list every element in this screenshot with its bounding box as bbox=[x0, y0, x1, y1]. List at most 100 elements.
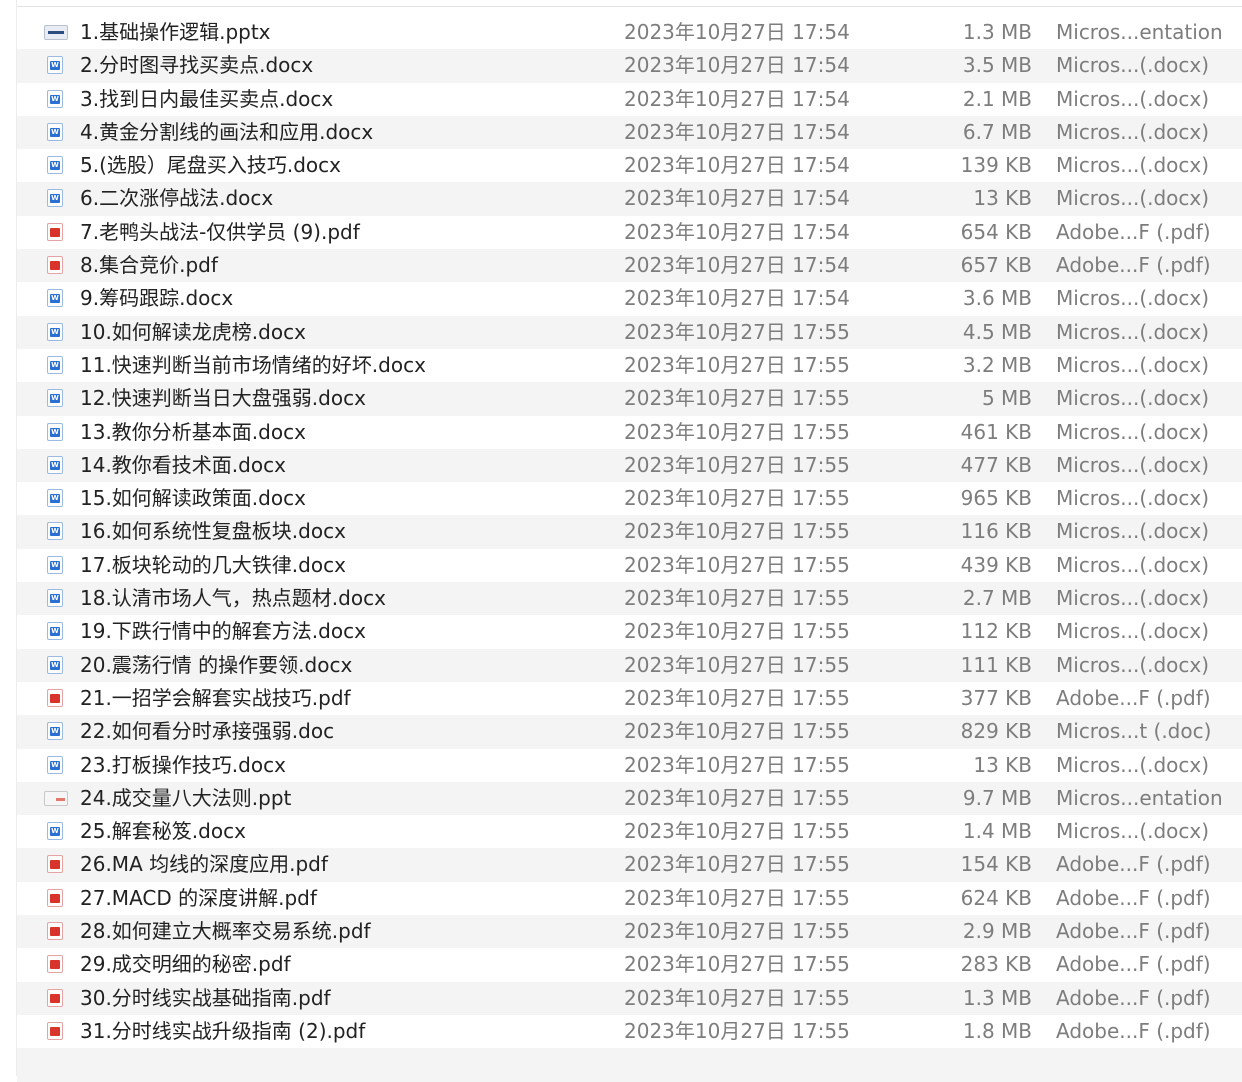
file-size: 4.5 MB bbox=[962, 319, 1032, 344]
file-size: 965 KB bbox=[960, 486, 1032, 511]
file-name: 25.解套秘笈.docx bbox=[80, 819, 246, 844]
file-date-modified: 2023年10月27日 17:54 bbox=[624, 186, 850, 211]
word-document-icon bbox=[47, 422, 63, 441]
file-name: 21.一招学会解套实战技巧.pdf bbox=[80, 685, 351, 710]
pdf-document-icon bbox=[47, 988, 63, 1007]
pdf-document-icon bbox=[47, 888, 63, 907]
file-name: 13.教你分析基本面.docx bbox=[80, 419, 306, 444]
file-size: 439 KB bbox=[960, 552, 1032, 577]
file-row[interactable]: 2.分时图寻找买卖点.docx 2023年10月27日 17:54 3.5 MB Mi… bbox=[17, 49, 1242, 83]
file-row[interactable]: 9.筹码跟踪.docx 2023年10月27日 17:54 3.6 MB Micros… bbox=[17, 282, 1242, 315]
file-row[interactable]: 18.认清市场人气，热点题材.docx 2023年10月27日 17:55 2.7 … bbox=[17, 582, 1242, 616]
word-document-icon bbox=[47, 622, 63, 641]
file-row[interactable]: 3.找到日内最佳买卖点.docx 2023年10月27日 17:54 2.1 MB M… bbox=[17, 83, 1242, 116]
file-row[interactable]: 20.震荡行情 的操作要领.docx 2023年10月27日 17:55 111 K… bbox=[17, 648, 1242, 682]
file-kind: Micros...entation bbox=[1056, 785, 1223, 810]
file-row[interactable]: 31.分时线实战升级指南 (2).pdf 2023年10月27日 17:55 1.8… bbox=[17, 1015, 1242, 1048]
file-size: 139 KB bbox=[960, 153, 1032, 178]
file-kind: Adobe...F (.pdf) bbox=[1056, 985, 1211, 1010]
file-row[interactable]: 8.集合竞价.pdf 2023年10月27日 17:54 657 KB Adobe..… bbox=[17, 249, 1242, 283]
file-row[interactable]: 14.教你看技术面.docx 2023年10月27日 17:55 477 KB Mic… bbox=[17, 448, 1242, 483]
file-row[interactable]: 11.快速判断当前市场情绪的好坏.docx 2023年10月27日 17:55 3.… bbox=[17, 349, 1242, 382]
file-kind: Adobe...F (.pdf) bbox=[1056, 253, 1211, 278]
file-row[interactable]: 16.如何系统性复盘板块.docx 2023年10月27日 17:55 116 KB… bbox=[17, 515, 1242, 549]
file-row[interactable]: 28.如何建立大概率交易系统.pdf 2023年10月27日 17:55 2.9 M… bbox=[17, 915, 1242, 949]
file-name: 24.成交量八大法则.ppt bbox=[80, 785, 292, 810]
file-name: 29.成交明细的秘密.pdf bbox=[80, 952, 291, 977]
file-name: 7.老鸭头战法-仅供学员 (9).pdf bbox=[80, 219, 360, 244]
file-name: 5.(选股）尾盘买入技巧.docx bbox=[80, 153, 342, 178]
file-kind: Micros...(.docx) bbox=[1056, 619, 1210, 644]
file-kind: Micros...(.docx) bbox=[1056, 286, 1210, 311]
file-kind: Micros...(.docx) bbox=[1056, 486, 1210, 511]
file-row[interactable]: 27.MACD 的深度讲解.pdf 2023年10月27日 17:55 624 KB… bbox=[17, 882, 1242, 915]
file-kind: Micros...entation bbox=[1056, 20, 1223, 44]
file-size: 461 KB bbox=[960, 419, 1032, 444]
file-row[interactable]: 12.快速判断当日大盘强弱.docx 2023年10月27日 17:55 5 MB M… bbox=[17, 382, 1242, 416]
sidebar-edge bbox=[0, 0, 17, 1076]
file-row[interactable]: 23.打板操作技巧.docx 2023年10月27日 17:55 13 KB Micr… bbox=[17, 749, 1242, 782]
file-row[interactable]: 7.老鸭头战法-仅供学员 (9).pdf 2023年10月27日 17:54 654… bbox=[17, 216, 1242, 249]
file-size: 377 KB bbox=[960, 685, 1032, 710]
file-date-modified: 2023年10月27日 17:54 bbox=[624, 53, 850, 78]
file-row[interactable]: 30.分时线实战基础指南.pdf 2023年10月27日 17:55 1.3 MB A… bbox=[17, 981, 1242, 1015]
file-size: 1.8 MB bbox=[962, 1018, 1032, 1043]
file-row[interactable]: 13.教你分析基本面.docx 2023年10月27日 17:55 461 KB Mi… bbox=[17, 416, 1242, 449]
file-size: 654 KB bbox=[960, 219, 1032, 244]
pdf-document-icon bbox=[47, 1021, 63, 1040]
presentation-icon bbox=[44, 25, 68, 40]
file-row[interactable]: 24.成交量八大法则.ppt 2023年10月27日 17:55 9.7 MB Mic… bbox=[17, 781, 1242, 816]
file-row[interactable]: 15.如何解读政策面.docx 2023年10月27日 17:55 965 KB Mi… bbox=[17, 482, 1242, 515]
file-row[interactable]: 19.下跌行情中的解套方法.docx 2023年10月27日 17:55 112 K… bbox=[17, 615, 1242, 648]
file-kind: Micros...(.docx) bbox=[1056, 452, 1210, 477]
file-row[interactable]: 5.(选股）尾盘买入技巧.docx 2023年10月27日 17:54 139 KB… bbox=[17, 149, 1242, 182]
file-row[interactable]: 21.一招学会解套实战技巧.pdf 2023年10月27日 17:55 377 KB… bbox=[17, 682, 1242, 715]
file-kind: Micros...(.docx) bbox=[1056, 86, 1210, 111]
file-date-modified: 2023年10月27日 17:54 bbox=[624, 86, 850, 111]
file-size: 657 KB bbox=[960, 253, 1032, 278]
pdf-document-icon bbox=[47, 855, 63, 874]
file-row[interactable]: 17.板块轮动的几大铁律.docx 2023年10月27日 17:55 439 KB… bbox=[17, 549, 1242, 582]
window-top-edge bbox=[0, 0, 1242, 7]
file-row[interactable]: 29.成交明细的秘密.pdf 2023年10月27日 17:55 283 KB Ado… bbox=[17, 948, 1242, 981]
file-size: 1.4 MB bbox=[962, 819, 1032, 844]
file-size: 13 KB bbox=[973, 186, 1032, 211]
pdf-document-icon bbox=[47, 222, 63, 241]
pdf-document-icon bbox=[47, 688, 63, 707]
file-size: 9.7 MB bbox=[962, 785, 1032, 810]
file-row[interactable]: 4.黄金分割线的画法和应用.docx 2023年10月27日 17:54 6.7 M… bbox=[17, 115, 1242, 150]
file-name: 14.教你看技术面.docx bbox=[80, 452, 286, 477]
file-name: 23.打板操作技巧.docx bbox=[80, 752, 286, 777]
file-name: 16.如何系统性复盘板块.docx bbox=[80, 519, 346, 544]
file-name: 17.板块轮动的几大铁律.docx bbox=[80, 552, 346, 577]
file-kind: Adobe...F (.pdf) bbox=[1056, 952, 1211, 977]
pdf-document-icon bbox=[47, 256, 63, 275]
file-size: 3.6 MB bbox=[962, 286, 1032, 311]
file-kind: Micros...(.docx) bbox=[1056, 819, 1210, 844]
word-document-icon bbox=[47, 589, 63, 608]
file-size: 5 MB bbox=[981, 386, 1032, 411]
file-row[interactable]: 1.基础操作逻辑.pptx 2023年10月27日 17:54 1.3 MB Micr… bbox=[17, 16, 1242, 49]
word-document-icon bbox=[47, 156, 63, 175]
file-date-modified: 2023年10月27日 17:54 bbox=[624, 219, 850, 244]
file-row[interactable]: 6.二次涨停战法.docx 2023年10月27日 17:54 13 KB Micro… bbox=[17, 182, 1242, 216]
file-date-modified: 2023年10月27日 17:55 bbox=[624, 685, 850, 710]
file-kind: Adobe...F (.pdf) bbox=[1056, 885, 1211, 910]
word-document-icon bbox=[47, 189, 63, 208]
word-document-icon bbox=[47, 555, 63, 574]
file-name: 28.如何建立大概率交易系统.pdf bbox=[80, 919, 371, 944]
file-date-modified: 2023年10月27日 17:55 bbox=[624, 486, 850, 511]
file-row[interactable]: 26.MA 均线的深度应用.pdf 2023年10月27日 17:55 154 KB… bbox=[17, 848, 1242, 882]
file-name: 4.黄金分割线的画法和应用.docx bbox=[80, 119, 374, 144]
word-document-icon bbox=[47, 289, 63, 308]
file-size: 116 KB bbox=[960, 519, 1032, 544]
file-row[interactable]: 10.如何解读龙虎榜.docx 2023年10月27日 17:55 4.5 MB Mi… bbox=[17, 315, 1242, 349]
file-size: 477 KB bbox=[960, 452, 1032, 477]
file-row[interactable]: 22.如何看分时承接强弱.doc 2023年10月27日 17:55 829 KB M… bbox=[17, 715, 1242, 749]
file-kind: Micros...(.docx) bbox=[1056, 586, 1210, 611]
word-document-icon bbox=[47, 822, 63, 841]
word-document-icon bbox=[47, 755, 63, 774]
presentation-icon bbox=[44, 790, 68, 806]
file-kind: Micros...(.docx) bbox=[1056, 119, 1210, 144]
file-row[interactable]: 25.解套秘笈.docx 2023年10月27日 17:55 1.4 MB Micro… bbox=[17, 815, 1242, 848]
